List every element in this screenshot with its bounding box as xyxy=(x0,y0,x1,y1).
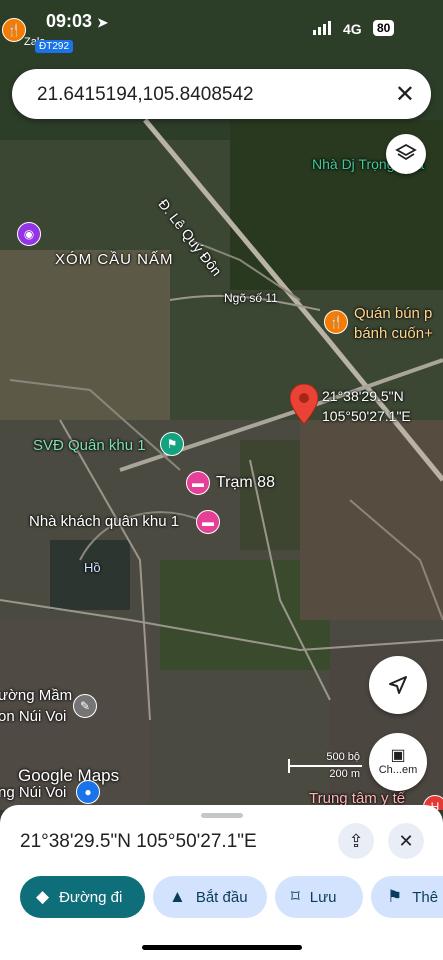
pin-marker-icon[interactable]: ● xyxy=(76,780,100,804)
poi-label-tram-88[interactable]: Trạm 88 xyxy=(216,474,275,492)
route-tag: ĐT292 xyxy=(35,40,74,53)
poi-label-mam-non-2[interactable]: on Núi Voi xyxy=(0,708,66,725)
start-button[interactable]: ▲ Bắt đầu xyxy=(153,876,267,918)
area-label-xom-cau-nam: XÓM CẦU NẤM xyxy=(55,251,174,268)
hotel-icon[interactable]: ▬ xyxy=(186,471,210,495)
place-sheet[interactable]: 21°38'29.5"N 105°50'27.1"E ⇪ ✕ ◆ Đường đ… xyxy=(0,805,443,960)
home-indicator xyxy=(142,945,302,950)
signal-icon xyxy=(313,21,331,35)
camera-chip-label: Ch...em xyxy=(378,764,418,776)
poi-label-nha-khach[interactable]: Nhà khách quân khu 1 xyxy=(29,513,179,530)
battery-icon: 80 xyxy=(373,20,395,36)
my-location-button[interactable] xyxy=(369,656,427,714)
drag-handle[interactable] xyxy=(201,813,243,818)
hotel-icon-2[interactable]: ▬ xyxy=(196,510,220,534)
location-pin-icon[interactable] xyxy=(290,384,318,424)
poi-label-nui-voi[interactable]: ng Núi Voi xyxy=(0,784,66,801)
close-icon: ✕ xyxy=(398,830,414,851)
navigation-arrow-icon xyxy=(389,676,407,694)
place-coords: 21°38'29.5"N 105°50'27.1"E xyxy=(20,831,257,852)
camera-search-button[interactable]: ▣ Ch...em xyxy=(369,733,427,791)
status-time: 09:03 ➤ xyxy=(46,11,108,31)
scale-ft: 500 bộ xyxy=(326,751,360,763)
start-label: Bắt đầu xyxy=(195,888,248,906)
camera-poi-icon[interactable]: ◉ xyxy=(17,222,41,246)
close-icon[interactable]: ✕ xyxy=(395,80,415,109)
directions-label: Đường đi xyxy=(59,888,123,906)
add-label-label: Thê xyxy=(412,888,439,906)
add-label-button[interactable]: ⚑ Thê xyxy=(371,876,443,918)
save-label: Lưu xyxy=(309,888,337,906)
poi-label-quan-bun-2[interactable]: bánh cuốn+ xyxy=(354,325,433,342)
directions-icon: ◆ xyxy=(36,887,50,906)
school-icon[interactable]: ✎ xyxy=(73,694,97,718)
food-icon[interactable]: 🍴 xyxy=(324,310,348,334)
pin-label-lat: 21°38'29.5"N xyxy=(322,388,404,404)
water-label-ho: Hồ xyxy=(84,560,101,575)
google-maps-watermark: Google Maps xyxy=(18,766,120,785)
close-sheet-button[interactable]: ✕ xyxy=(388,823,424,859)
poi-label-mam-non-1[interactable]: ường Mầm xyxy=(0,687,72,704)
save-button[interactable]: ⌑ Lưu xyxy=(275,876,363,918)
status-bar: Zalo 09:03 ➤ ĐT292 4G 80 xyxy=(0,0,443,53)
location-arrow-icon: ➤ xyxy=(97,15,108,30)
scale-bar: 500 bộ 200 m xyxy=(288,751,362,780)
share-icon: ⇪ xyxy=(348,830,364,851)
poi-label-quan-bun-1[interactable]: Quán bún p xyxy=(354,305,432,322)
search-query[interactable]: 21.6415194,105.8408542 xyxy=(37,84,254,106)
search-bar[interactable]: 21.6415194,105.8408542 ✕ xyxy=(12,69,431,119)
layers-button[interactable] xyxy=(386,134,426,174)
stadium-icon[interactable]: ⚑ xyxy=(160,432,184,456)
share-button[interactable]: ⇪ xyxy=(338,823,374,859)
directions-button[interactable]: ◆ Đường đi xyxy=(20,876,145,918)
road-label-ngo-11: Ngõ số 11 xyxy=(224,291,278,305)
layers-icon xyxy=(395,143,417,161)
poi-label-svd[interactable]: SVĐ Quân khu 1 xyxy=(33,437,146,454)
navigate-icon: ▲ xyxy=(169,887,186,906)
camera-icon: ▣ xyxy=(390,747,406,764)
bookmark-icon: ⌑ xyxy=(291,887,300,906)
network-type: 4G xyxy=(343,21,362,37)
flag-icon: ⚑ xyxy=(387,887,403,906)
pin-label-lng: 105°50'27.1"E xyxy=(322,408,411,424)
scale-m: 200 m xyxy=(329,768,360,780)
